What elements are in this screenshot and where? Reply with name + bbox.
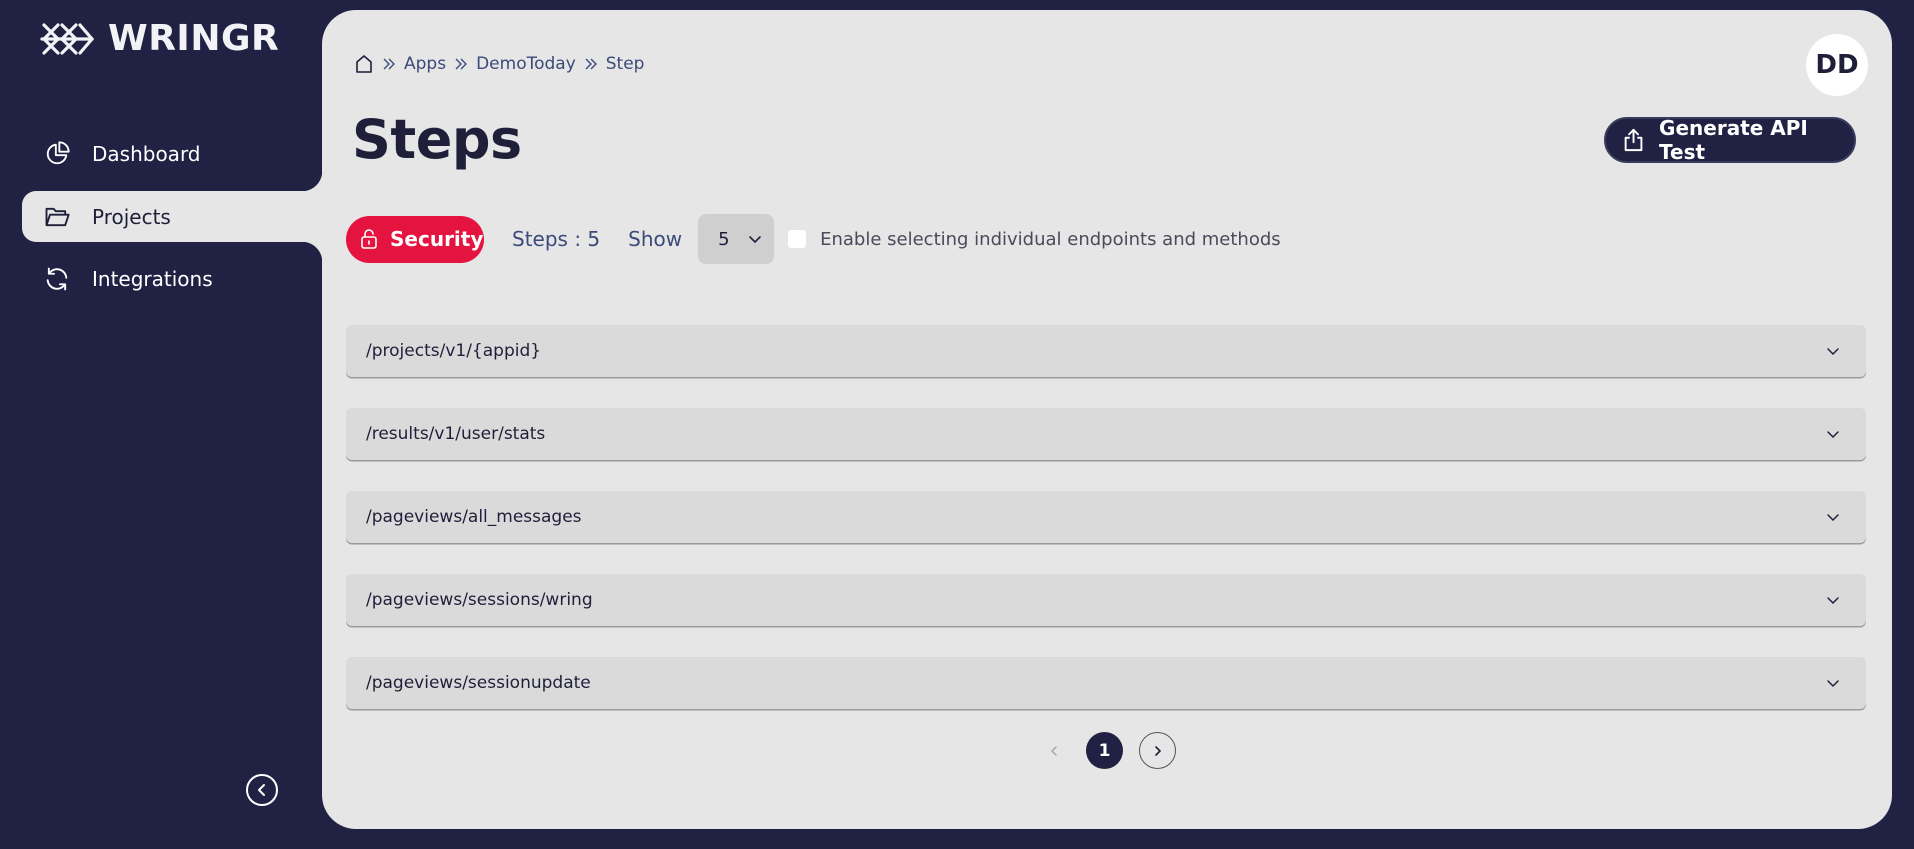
show-count-value: 5	[718, 228, 730, 250]
breadcrumb-current: Step	[605, 54, 645, 74]
endpoint-list: /projects/v1/{appid} /results/v1/user/st…	[346, 325, 1866, 740]
chevron-right-icon	[1154, 745, 1161, 756]
collapse-sidebar-button[interactable]	[246, 774, 278, 806]
next-page-button[interactable]	[1139, 732, 1176, 769]
wringr-logo-icon	[40, 22, 94, 55]
avatar[interactable]: DD	[1806, 34, 1868, 96]
chevron-down-icon	[1827, 680, 1839, 688]
home-icon[interactable]	[354, 54, 374, 74]
breadcrumb-apps[interactable]: Apps	[404, 54, 446, 74]
endpoint-row[interactable]: /pageviews/all_messages	[346, 491, 1866, 543]
pagination: 1	[322, 732, 1892, 769]
select-endpoints-checkbox[interactable]	[788, 230, 807, 248]
endpoint-path: /results/v1/user/stats	[366, 424, 546, 444]
main-panel: Apps DemoToday Step DD Steps Generate AP…	[322, 10, 1892, 829]
endpoint-path: /pageviews/sessions/wring	[366, 590, 593, 610]
endpoint-path: /projects/v1/{appid}	[366, 341, 542, 361]
sidebar: WRINGR Dashboard Projects Integrations	[0, 0, 322, 849]
steps-toolbar: Security Steps : 5 Show 5 Enable selecti…	[346, 214, 1281, 264]
folder-open-icon	[42, 202, 72, 232]
share-upload-icon	[1624, 128, 1643, 152]
chevron-down-icon	[1827, 514, 1839, 522]
unlock-icon	[361, 229, 377, 249]
chevron-left-icon	[258, 784, 265, 796]
steps-count: Steps : 5	[512, 227, 601, 251]
endpoint-row[interactable]: /pageviews/sessions/wring	[346, 574, 1866, 626]
sidebar-item-label: Dashboard	[92, 141, 201, 166]
breadcrumb: Apps DemoToday Step	[354, 54, 644, 74]
chevron-down-icon	[1827, 597, 1839, 605]
sidebar-item-projects[interactable]: Projects	[22, 171, 322, 262]
refresh-icon	[42, 264, 72, 294]
security-label: Security	[390, 227, 484, 251]
show-count-select[interactable]: 5	[698, 214, 775, 264]
sidebar-item-dashboard[interactable]: Dashboard	[22, 128, 322, 179]
security-button[interactable]: Security	[346, 215, 484, 263]
chevron-down-icon	[1827, 348, 1839, 356]
breadcrumb-project[interactable]: DemoToday	[476, 54, 576, 74]
app-logo[interactable]: WRINGR	[40, 18, 279, 59]
endpoint-row[interactable]: /projects/v1/{appid}	[346, 325, 1866, 377]
endpoint-row[interactable]: /pageviews/sessionupdate	[346, 657, 1866, 709]
double-chevron-right-icon	[584, 57, 598, 71]
endpoint-path: /pageviews/sessionupdate	[366, 673, 591, 693]
chevron-left-icon	[1050, 745, 1057, 756]
generate-api-test-label: Generate API Test	[1659, 116, 1808, 164]
chevron-down-icon	[749, 236, 761, 244]
show-label: Show	[628, 227, 683, 251]
sidebar-item-label: Integrations	[92, 266, 213, 291]
previous-page-button[interactable]	[1038, 735, 1070, 767]
app-name: WRINGR	[108, 18, 280, 59]
endpoint-path: /pageviews/all_messages	[366, 507, 582, 527]
page-number-button[interactable]: 1	[1086, 732, 1123, 769]
double-chevron-right-icon	[382, 57, 396, 71]
double-chevron-right-icon	[454, 57, 468, 71]
chevron-down-icon	[1827, 431, 1839, 439]
generate-api-test-button[interactable]: Generate API Test	[1604, 116, 1856, 164]
endpoint-row[interactable]: /results/v1/user/stats	[346, 408, 1866, 460]
page-title: Steps	[352, 108, 522, 171]
select-endpoints-label: Enable selecting individual endpoints an…	[820, 228, 1281, 250]
sidebar-item-label: Projects	[92, 204, 171, 229]
pie-chart-icon	[42, 139, 72, 169]
sidebar-item-integrations[interactable]: Integrations	[22, 253, 322, 304]
